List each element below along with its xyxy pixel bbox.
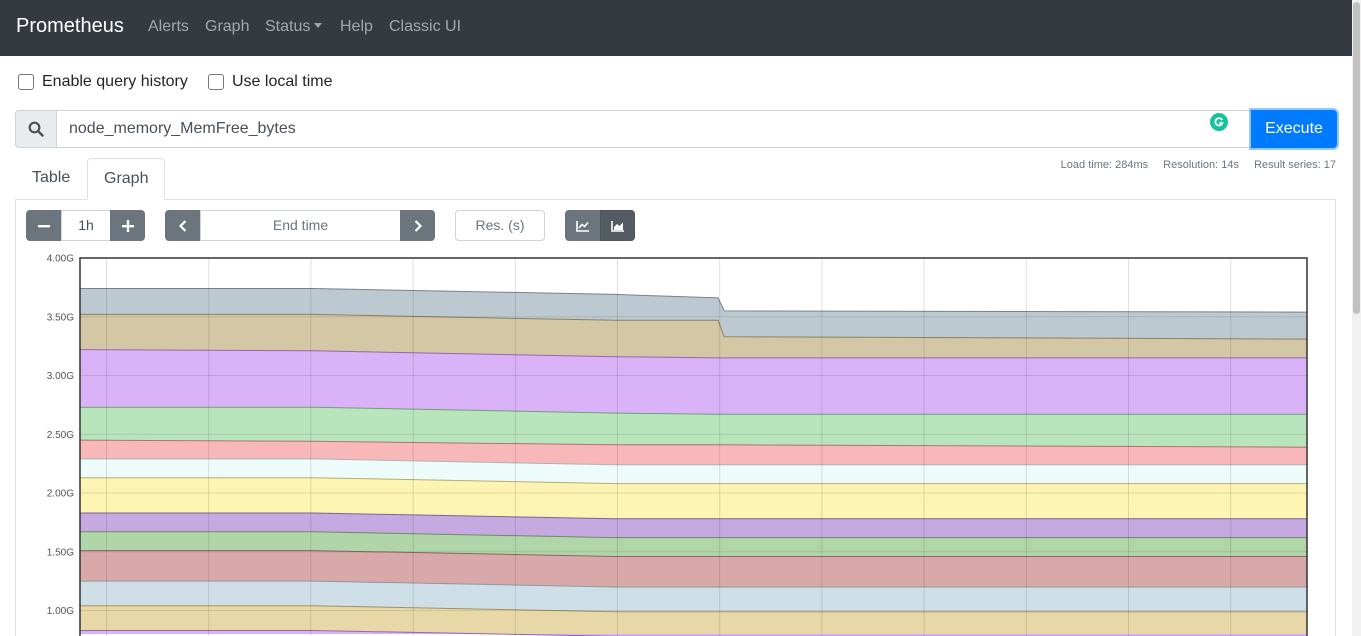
resolution-input[interactable]: Res. (s) — [455, 210, 545, 241]
expression-input[interactable]: node_memory_MemFree_bytes — [56, 110, 1252, 148]
y-tick-label: 1.00G — [47, 606, 74, 617]
earlier-button[interactable] — [165, 210, 201, 241]
nav-status-label: Status — [265, 18, 311, 35]
range-control: 1h — [26, 210, 145, 241]
grammarly-icon[interactable] — [1210, 113, 1228, 131]
range-input[interactable]: 1h — [61, 210, 111, 241]
area-chart-icon — [610, 220, 624, 232]
scrollbar-thumb[interactable] — [1353, 2, 1360, 314]
nav-alerts[interactable]: Alerts — [148, 17, 189, 37]
y-tick-label: 3.00G — [47, 371, 74, 382]
nav-classic-ui[interactable]: Classic UI — [389, 17, 461, 37]
chart-y-axis: 4.00G 3.50G 3.00G 2.50G 2.00G 1.50G 1.00G — [47, 254, 74, 618]
search-addon — [15, 110, 57, 148]
local-time-option[interactable]: Use local time — [208, 72, 332, 92]
nav-status-dropdown[interactable]: Status — [265, 17, 323, 37]
increase-range-button[interactable] — [110, 210, 145, 241]
caret-down-icon — [314, 23, 323, 28]
end-time-control: End time — [165, 210, 435, 241]
search-icon — [28, 121, 44, 137]
navbar: Prometheus Alerts Graph Status Help Clas… — [0, 0, 1352, 56]
grammarly-g-icon — [1214, 117, 1224, 127]
local-time-checkbox[interactable] — [208, 74, 224, 90]
stacked-area-chart: 4.00G 3.50G 3.00G 2.50G 2.00G 1.50G 1.00G — [47, 254, 1308, 636]
query-bar: node_memory_MemFree_bytes Execute — [15, 110, 1337, 148]
line-chart-icon — [576, 220, 589, 232]
tab-graph[interactable]: Graph — [87, 158, 166, 200]
query-history-option[interactable]: Enable query history — [18, 72, 188, 92]
query-history-label: Enable query history — [42, 73, 188, 90]
tab-table[interactable]: Table — [16, 158, 86, 200]
query-stats: Load time: 284ms Resolution: 14s Result … — [1049, 159, 1336, 171]
later-button[interactable] — [400, 210, 435, 241]
page-scrollbar[interactable] — [1352, 0, 1361, 636]
y-tick-label: 3.50G — [47, 312, 74, 323]
chart-type-toggle — [565, 210, 635, 241]
y-tick-label: 1.50G — [47, 547, 74, 558]
chart-series-areas — [79, 288, 1308, 636]
unstacked-button[interactable] — [565, 210, 601, 241]
stacked-button[interactable] — [600, 210, 635, 241]
local-time-label: Use local time — [232, 73, 333, 90]
chevron-left-icon — [178, 219, 187, 232]
series-area[interactable] — [80, 349, 1307, 415]
minus-icon — [38, 224, 50, 227]
end-time-input[interactable]: End time — [200, 210, 401, 241]
brand-logo[interactable]: Prometheus — [16, 13, 124, 39]
chevron-right-icon — [414, 219, 422, 232]
decrease-range-button[interactable] — [26, 210, 62, 241]
load-time: Load time: 284ms — [1060, 159, 1149, 171]
result-series: Result series: 17 — [1254, 159, 1336, 171]
nav-graph[interactable]: Graph — [205, 17, 249, 37]
y-tick-label: 4.00G — [47, 254, 74, 265]
query-history-checkbox[interactable] — [18, 74, 34, 90]
y-tick-label: 2.00G — [47, 489, 74, 500]
nav-help[interactable]: Help — [340, 17, 373, 37]
y-tick-label: 2.50G — [47, 430, 74, 441]
resolution: Resolution: 14s — [1163, 159, 1239, 171]
execute-button[interactable]: Execute — [1251, 110, 1337, 148]
plus-icon — [121, 219, 134, 232]
